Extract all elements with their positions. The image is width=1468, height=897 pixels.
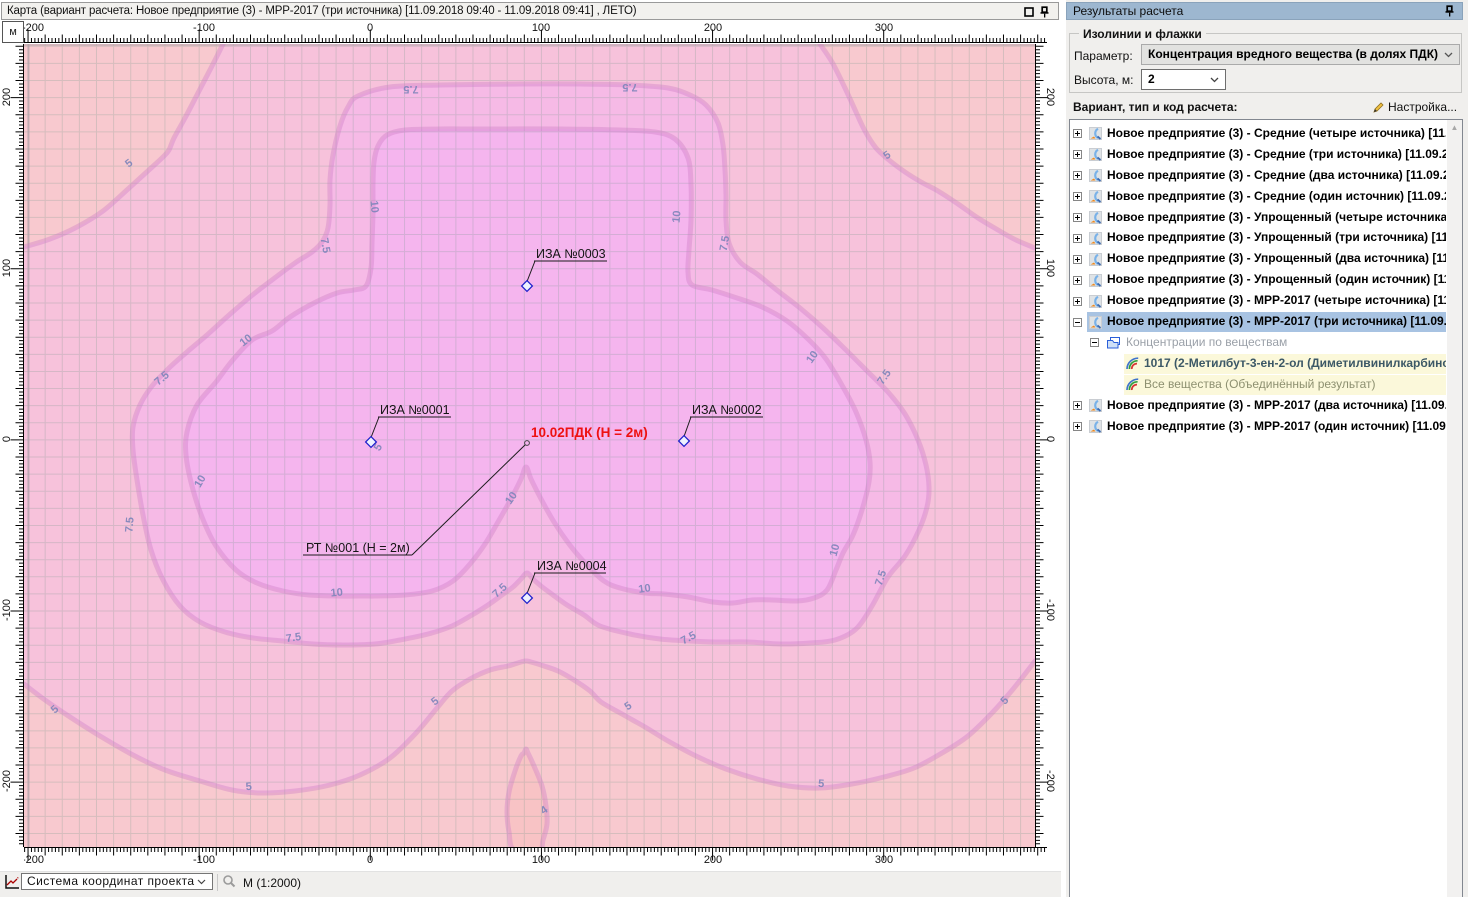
svg-text:ИЗА №0004: ИЗА №0004 [537, 559, 607, 573]
svg-text:7.5: 7.5 [123, 517, 136, 533]
svg-text:7.5: 7.5 [622, 81, 637, 93]
svg-text:5: 5 [818, 778, 825, 790]
svg-text:10: 10 [367, 200, 380, 213]
svg-text:10: 10 [330, 587, 343, 600]
svg-text:ИЗА №0001: ИЗА №0001 [380, 403, 450, 417]
svg-text:10: 10 [671, 210, 684, 223]
svg-text:ИЗА №0002: ИЗА №0002 [692, 403, 762, 417]
svg-text:РТ №001 (Н = 2м): РТ №001 (Н = 2м) [306, 541, 410, 555]
svg-text:5: 5 [245, 781, 252, 793]
svg-text:ИЗА №0003: ИЗА №0003 [536, 247, 606, 261]
svg-text:7.5: 7.5 [403, 83, 418, 95]
svg-text:10: 10 [638, 582, 652, 596]
svg-text:7.5: 7.5 [285, 631, 302, 645]
svg-text:10.02ПДК (Н = 2м): 10.02ПДК (Н = 2м) [531, 425, 648, 440]
